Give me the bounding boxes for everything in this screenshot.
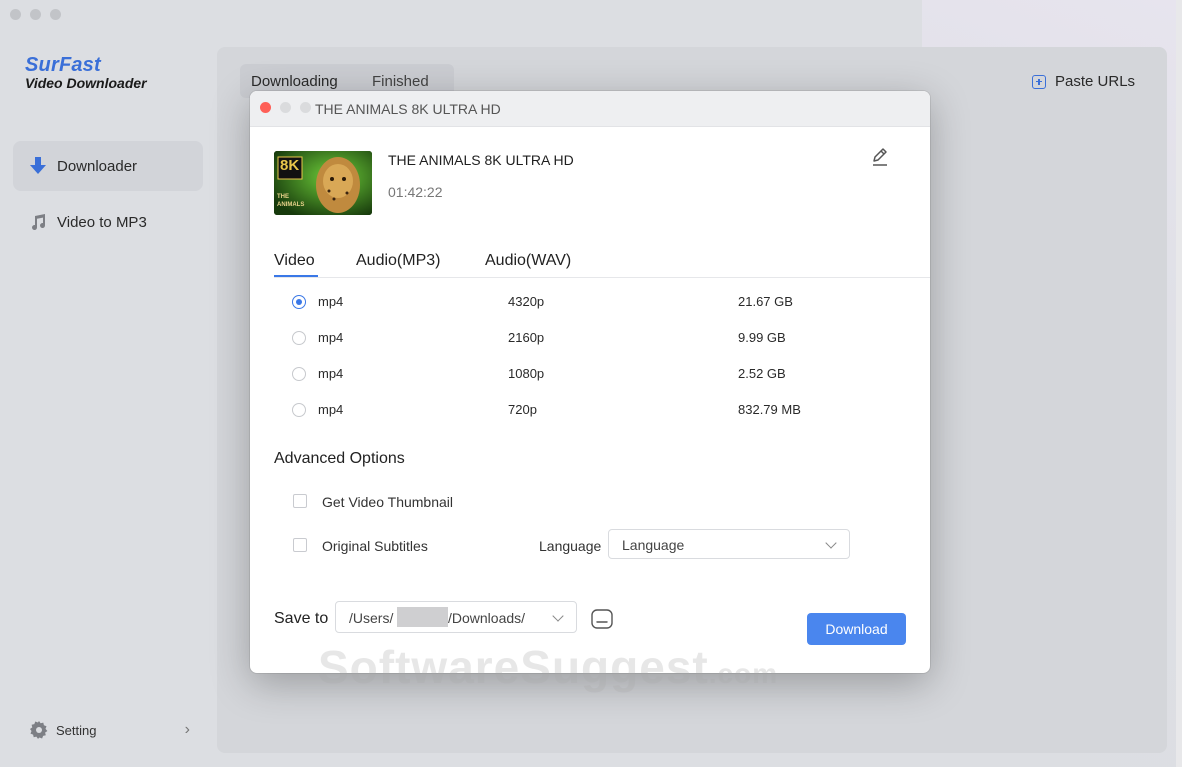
setting-label: Setting <box>56 722 97 738</box>
save-path-select[interactable]: /Users/ /Downloads/ <box>335 601 577 633</box>
chevron-right-icon: › <box>184 721 190 738</box>
format-size: 832.79 MB <box>738 402 801 417</box>
tab-divider <box>274 277 930 278</box>
format-radio[interactable] <box>292 331 306 345</box>
format-size: 2.52 GB <box>738 366 786 381</box>
sidebar-item-label: Downloader <box>57 157 138 175</box>
tab-video[interactable]: Video <box>274 252 315 270</box>
tab-audio-wav[interactable]: Audio(WAV) <box>485 252 571 270</box>
dialog-title: THE ANIMALS 8K ULTRA HD <box>315 101 501 117</box>
format-type: mp4 <box>318 294 344 309</box>
logo-title: SurFast <box>25 54 101 76</box>
window-edge <box>1176 0 1182 767</box>
window-close-dot[interactable] <box>10 9 21 20</box>
download-arrow-icon <box>27 155 49 177</box>
sidebar-item-downloader[interactable]: Downloader <box>13 141 203 191</box>
advanced-options-title: Advanced Options <box>274 450 405 467</box>
format-type: mp4 <box>318 330 344 345</box>
setting-button[interactable]: Setting › <box>30 719 190 741</box>
dialog-zoom-dot[interactable] <box>300 102 311 113</box>
format-row[interactable]: mp4 4320p 21.67 GB <box>292 291 912 315</box>
thumbnail-checkbox[interactable] <box>293 494 307 508</box>
active-tab-indicator <box>274 275 318 277</box>
format-type: mp4 <box>318 366 344 381</box>
watermark-suffix: .com <box>708 658 779 689</box>
format-resolution: 720p <box>508 402 537 417</box>
chevron-down-icon <box>552 610 564 622</box>
format-size: 21.67 GB <box>738 294 793 309</box>
save-to-label: Save to <box>274 610 329 627</box>
paste-urls-label: Paste URLs <box>1055 73 1136 90</box>
language-label: Language <box>539 538 602 554</box>
thumbnail-option-label: Get Video Thumbnail <box>322 494 454 510</box>
format-resolution: 1080p <box>508 366 545 381</box>
subtitles-checkbox[interactable] <box>293 538 307 552</box>
plus-icon <box>1032 74 1046 89</box>
chevron-down-icon <box>825 537 837 549</box>
open-folder-icon[interactable] <box>590 608 614 630</box>
sidebar-item-label: Video to MP3 <box>57 213 147 231</box>
sidebar-item-video-to-mp3[interactable]: Video to MP3 <box>13 197 203 247</box>
save-path-suffix: /Downloads/ <box>448 610 526 626</box>
format-resolution: 4320p <box>508 294 545 309</box>
video-thumbnail: 8K THE ANIMALS <box>274 151 372 215</box>
video-title: THE ANIMALS 8K ULTRA HD <box>388 152 574 168</box>
format-radio[interactable] <box>292 403 306 417</box>
tab-audio-mp3[interactable]: Audio(MP3) <box>356 252 440 270</box>
video-duration: 01:42:22 <box>388 184 443 200</box>
language-select-value: Language <box>622 537 685 553</box>
format-radio[interactable] <box>292 367 306 381</box>
dialog-minimize-dot[interactable] <box>280 102 291 113</box>
subtitles-option-label: Original Subtitles <box>322 538 428 554</box>
tab-downloading[interactable]: Downloading <box>251 73 338 90</box>
watermark-text: SoftwareSuggest <box>318 641 709 693</box>
window-minimize-dot[interactable] <box>30 9 41 20</box>
redacted-username <box>397 607 448 627</box>
download-button[interactable]: Download <box>807 613 906 645</box>
tab-finished[interactable]: Finished <box>372 73 429 90</box>
window-zoom-dot[interactable] <box>50 9 61 20</box>
format-row[interactable]: mp4 1080p 2.52 GB <box>292 363 912 387</box>
thumbnail-badge: 8K <box>280 157 300 174</box>
download-dialog: THE ANIMALS 8K ULTRA HD 8K THE ANIMALS T… <box>250 91 930 673</box>
edit-pencil-icon[interactable] <box>870 147 892 169</box>
format-row[interactable]: mp4 2160p 9.99 GB <box>292 327 912 351</box>
format-size: 9.99 GB <box>738 330 786 345</box>
paste-urls-button[interactable]: Paste URLs <box>1032 73 1135 90</box>
gear-icon <box>30 721 48 739</box>
language-select[interactable]: Language <box>608 529 850 559</box>
format-resolution: 2160p <box>508 330 545 345</box>
logo-subtitle: Video Downloader <box>25 75 147 91</box>
thumbnail-caption: THE ANIMALS <box>277 194 305 208</box>
dialog-close-dot[interactable] <box>260 102 271 113</box>
format-type: mp4 <box>318 402 344 417</box>
format-radio[interactable] <box>292 295 306 309</box>
save-path-prefix: /Users/ <box>349 610 394 626</box>
format-row[interactable]: mp4 720p 832.79 MB <box>292 399 912 423</box>
watermark: SoftwareSuggest.com <box>318 640 778 694</box>
music-note-icon <box>27 211 49 233</box>
